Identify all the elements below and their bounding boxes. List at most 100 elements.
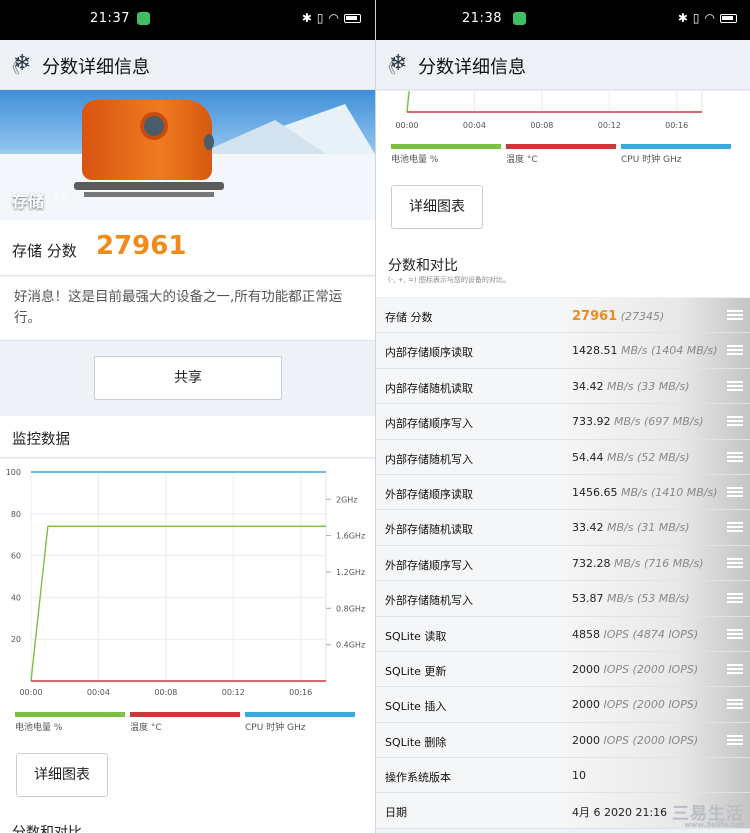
value-number: 34.42	[572, 379, 604, 393]
detail-chart-button[interactable]: 详细图表	[391, 185, 483, 229]
table-row[interactable]: SQLite 插入 2000 IOPS (2000 IOPS)	[376, 687, 750, 723]
row-value: 732.28 MB/s (716 MB/s)	[572, 557, 704, 570]
row-value-cell: 1456.65 MB/s (1410 MB/s)	[563, 474, 750, 510]
y2-tick-label: 2GHz	[336, 495, 358, 504]
legend-cpu: CPU 时钟 GHz	[621, 144, 731, 165]
orange-cabin	[82, 100, 214, 180]
row-menu-icon[interactable]	[727, 628, 743, 639]
legend-battery: 电池电量 %	[391, 144, 501, 165]
table-row[interactable]: 存储 分数 27961 (27345)	[376, 298, 750, 334]
row-label: 存储 分数	[385, 311, 433, 324]
compare-title: 分数和对比	[388, 258, 458, 274]
table-row[interactable]: SQLite 删除 2000 IOPS (2000 IOPS)	[376, 722, 750, 759]
value-unit: IOPS	[603, 662, 630, 676]
value-unit: MB/s	[614, 556, 641, 570]
plot-frame	[30, 471, 327, 682]
row-menu-icon[interactable]	[727, 380, 743, 391]
value-number: 1456.65	[572, 485, 618, 499]
status-time: 21:38	[462, 11, 502, 26]
row-menu-icon[interactable]	[727, 663, 743, 674]
cabin-window	[204, 134, 214, 150]
app-bar: 《 ❄ 分数详细信息	[0, 40, 375, 90]
row-menu-icon[interactable]	[727, 451, 743, 462]
x-tick-label: 00:04	[87, 688, 110, 697]
legend-temperature: 温度 °C	[506, 144, 616, 165]
cabin-sled	[84, 192, 214, 197]
row-label: 内部存储顺序写入	[385, 417, 473, 431]
row-menu-icon[interactable]	[727, 345, 743, 356]
table-row[interactable]: 外部存储顺序读取 1456.65 MB/s (1410 MB/s)	[376, 474, 750, 511]
x-tick-label: 00:08	[530, 121, 553, 130]
app-notification-icon	[513, 12, 526, 25]
table-row[interactable]: 外部存储随机写入 53.87 MB/s (53 MB/s)	[376, 581, 750, 617]
row-value: 33.42 MB/s (31 MB/s)	[572, 521, 690, 534]
row-menu-icon[interactable]	[727, 699, 743, 710]
row-value: 2000 IOPS (2000 IOPS)	[572, 698, 698, 711]
monitor-header: 监控数据	[0, 416, 375, 458]
y-tick-label: 60	[11, 552, 21, 561]
row-value-cell: 53.87 MB/s (53 MB/s)	[563, 581, 750, 616]
row-menu-icon[interactable]	[727, 593, 743, 604]
table-row[interactable]: 外部存储随机读取 33.42 MB/s (31 MB/s)	[376, 510, 750, 546]
row-label: 外部存储顺序读取	[385, 487, 473, 501]
value-unit: MB/s	[607, 450, 634, 464]
legend-temperature: 温度 °C	[130, 712, 240, 733]
x-tick-label: 00:04	[463, 121, 486, 130]
value-reference: (52 MB/s)	[636, 450, 690, 464]
row-value-cell: 732.28 MB/s (716 MB/s)	[563, 545, 750, 581]
table-row[interactable]: SQLite 更新 2000 IOPS (2000 IOPS)	[376, 651, 750, 688]
monitor-title: 监控数据	[12, 432, 70, 448]
table-row[interactable]: 内部存储顺序写入 733.92 MB/s (697 MB/s)	[376, 404, 750, 440]
row-menu-icon[interactable]	[727, 734, 743, 745]
row-value: 53.87 MB/s (53 MB/s)	[572, 592, 690, 605]
table-row[interactable]: SQLite 读取 4858 IOPS (4874 IOPS)	[376, 616, 750, 652]
bluetooth-icon: ✱	[677, 11, 688, 25]
score-label: 存储 分数	[12, 242, 77, 260]
detail-chart-button[interactable]: 详细图表	[16, 753, 108, 797]
value-number: 53.87	[572, 592, 604, 606]
value-reference: (2000 IOPS)	[632, 698, 699, 712]
table-row[interactable]: 外部存储顺序写入 732.28 MB/s (716 MB/s)	[376, 545, 750, 582]
row-menu-icon[interactable]	[727, 416, 743, 427]
row-label: 外部存储随机写入	[385, 594, 473, 608]
table-row[interactable]: 内部存储随机写入 54.44 MB/s (52 MB/s)	[376, 439, 750, 475]
share-button[interactable]: 共享	[94, 356, 282, 400]
table-row[interactable]: 操作系统版本 10	[376, 758, 750, 794]
row-value-cell: 1428.51 MB/s (1404 MB/s)	[563, 333, 750, 368]
value-number: 1428.51	[572, 344, 618, 358]
value-unit: MB/s	[607, 521, 634, 535]
row-menu-icon[interactable]	[727, 310, 743, 320]
value-reference: (4874 IOPS)	[632, 627, 699, 641]
result-message: 好消息！这是目前最强大的设备之一,所有功能都正常运行。	[14, 289, 343, 326]
value-unit: IOPS	[603, 733, 630, 747]
table-row[interactable]: 内部存储随机读取 34.42 MB/s (33 MB/s)	[376, 368, 750, 405]
value-unit: MB/s	[621, 485, 648, 499]
compare-subtitle: (-, +, =) 图标表示与您的设备的对比。	[388, 276, 510, 284]
row-menu-icon[interactable]	[727, 486, 743, 497]
row-value: 1428.51 MB/s (1404 MB/s)	[572, 344, 718, 357]
page-title: 分数详细信息	[42, 57, 150, 78]
row-label: 日期	[385, 806, 407, 820]
row-value-cell: 54.44 MB/s (52 MB/s)	[563, 439, 750, 474]
value-unit: MB/s	[607, 592, 634, 606]
value-unit: IOPS	[603, 698, 630, 712]
value-reference: (31 MB/s)	[636, 521, 690, 535]
value-number: 2000	[572, 733, 600, 747]
row-value-cell: 10	[563, 758, 750, 793]
table-row[interactable]: 内部存储顺序读取 1428.51 MB/s (1404 MB/s)	[376, 333, 750, 369]
row-menu-icon[interactable]	[727, 557, 743, 568]
status-bar: 21:37 ✱ ▯ ◠	[0, 0, 375, 40]
value-number: 54.44	[572, 450, 604, 464]
row-menu-icon[interactable]	[727, 522, 743, 533]
value-unit: MB/s	[614, 415, 641, 429]
monitor-chart-scrolled: 00:00 00:04 00:08 00:12 00:16	[395, 91, 703, 130]
status-time: 21:37	[90, 11, 130, 26]
left-screen: 21:37 ✱ ▯ ◠ 《 ❄ 分数详细信息 存储 1.0 存储 分数 2796…	[0, 0, 375, 833]
snowflake-logo-icon: ❄	[389, 51, 408, 76]
monitor-chart-area: 00:00 00:04 00:08 00:12 00:16 100 80 60 40 20 2GHz…	[0, 459, 375, 833]
value-unit: MB/s	[621, 344, 648, 358]
wifi-icon: ◠	[328, 11, 339, 25]
page-title: 分数详细信息	[418, 57, 526, 78]
hero-label: 存储	[12, 192, 45, 211]
row-value-cell: 27961 (27345)	[563, 298, 750, 333]
